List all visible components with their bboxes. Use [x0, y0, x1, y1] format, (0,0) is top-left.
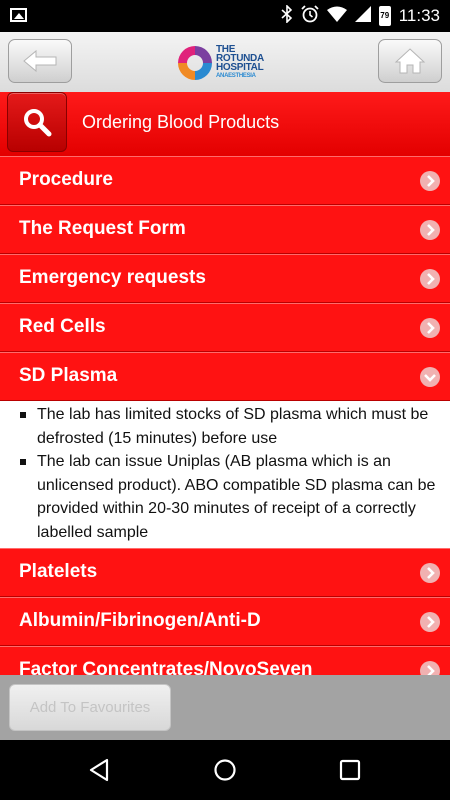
section-label: The Request Form: [19, 218, 186, 239]
alarm-icon: [301, 5, 319, 27]
hospital-logo: THE ROTUNDA HOSPITAL ANAESTHESIA: [176, 42, 276, 84]
chevron-right-icon: [420, 171, 440, 191]
bluetooth-icon: [281, 4, 293, 27]
wifi-icon: [326, 6, 347, 26]
section-red-cells[interactable]: Red Cells: [0, 303, 450, 352]
sd-plasma-content: The lab has limited stocks of SD plasma …: [0, 401, 450, 548]
nav-recents-icon[interactable]: [339, 758, 361, 782]
image-icon: [10, 8, 27, 22]
list-item: The lab has limited stocks of SD plasma …: [0, 403, 450, 450]
section-label: SD Plasma: [19, 365, 118, 386]
section-label: Red Cells: [19, 316, 106, 337]
home-icon: [394, 48, 426, 74]
app-header: THE ROTUNDA HOSPITAL ANAESTHESIA: [0, 32, 450, 93]
section-emergency-requests[interactable]: Emergency requests: [0, 254, 450, 303]
chevron-right-icon: [420, 220, 440, 240]
logo-text: THE ROTUNDA HOSPITAL ANAESTHESIA: [216, 44, 264, 80]
section-label: Procedure: [19, 169, 113, 190]
chevron-right-icon: [420, 563, 440, 583]
list-item: The lab can issue Uniplas (AB plasma whi…: [0, 450, 450, 544]
nav-home-icon[interactable]: [213, 758, 237, 782]
status-icons: 79 11:33: [281, 0, 440, 32]
section-request-form[interactable]: The Request Form: [0, 205, 450, 254]
signal-icon: [354, 6, 371, 26]
home-button[interactable]: [378, 39, 442, 83]
section-procedure[interactable]: Procedure: [0, 156, 450, 205]
search-icon: [24, 109, 52, 137]
section-platelets[interactable]: Platelets: [0, 548, 450, 597]
chevron-right-icon: [420, 269, 440, 289]
title-bar: Ordering Blood Products: [0, 92, 450, 156]
section-sd-plasma[interactable]: SD Plasma: [0, 352, 450, 401]
chevron-down-icon: [420, 367, 440, 387]
chevron-right-icon: [420, 612, 440, 632]
section-label: Platelets: [19, 561, 98, 582]
section-list: Procedure The Request Form Emergency req…: [0, 156, 450, 695]
add-to-favourites-button[interactable]: Add To Favourites: [9, 684, 171, 731]
back-arrow-icon: [23, 49, 57, 73]
chevron-right-icon: [420, 318, 440, 338]
bullet-list: The lab has limited stocks of SD plasma …: [0, 403, 450, 544]
battery-icon: 79: [378, 6, 391, 26]
system-nav-bar: [0, 740, 450, 800]
page-title: Ordering Blood Products: [82, 112, 280, 132]
status-bar: 79 11:33: [0, 0, 450, 32]
footer-bar: Add To Favourites: [0, 675, 450, 740]
search-button[interactable]: [7, 92, 67, 152]
section-label: Albumin/Fibrinogen/Anti-D: [19, 610, 261, 631]
section-albumin-fibrinogen-anti-d[interactable]: Albumin/Fibrinogen/Anti-D: [0, 597, 450, 646]
nav-back-icon[interactable]: [88, 758, 110, 782]
back-button[interactable]: [8, 39, 72, 83]
clock: 11:33: [398, 6, 440, 25]
section-label: Emergency requests: [19, 267, 206, 288]
logo-mark-icon: [178, 46, 212, 80]
